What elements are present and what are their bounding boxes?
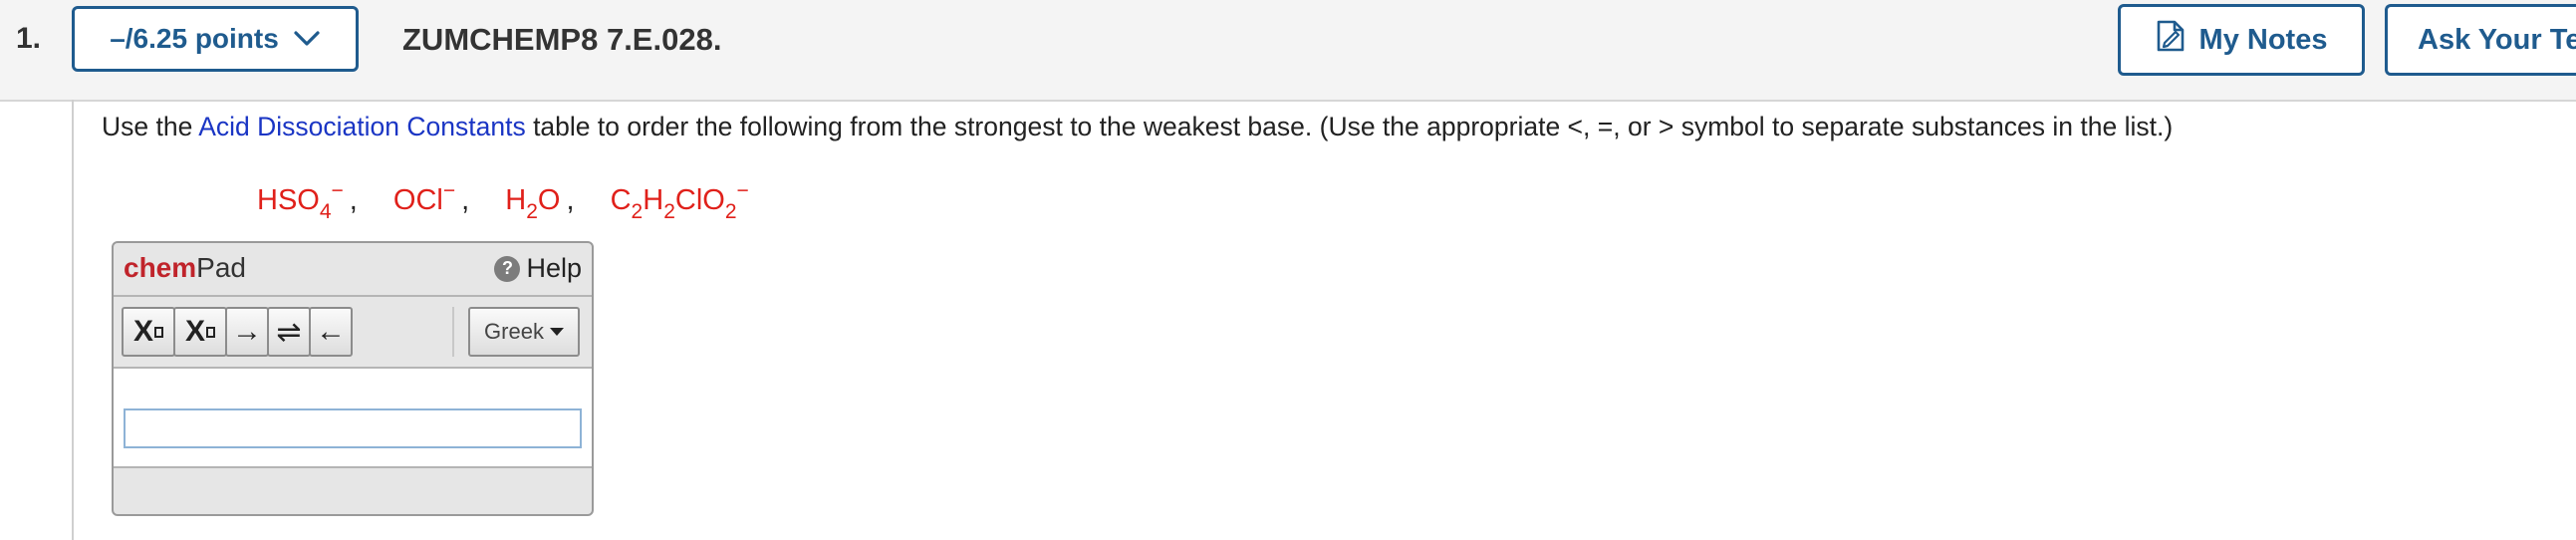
ask-label: Ask Your Te xyxy=(2418,23,2576,56)
ask-your-teacher-button[interactable]: Ask Your Te xyxy=(2385,4,2576,76)
notes-icon xyxy=(2156,19,2186,61)
points-label: –/6.25 points xyxy=(110,23,279,54)
species-hso4: HSO4− xyxy=(257,179,344,223)
equilibrium-arrow-button[interactable]: ⇌ xyxy=(267,307,311,357)
greek-dropdown[interactable]: Greek xyxy=(468,307,580,357)
subscript-button[interactable]: X xyxy=(122,307,175,357)
chempad-answer-area xyxy=(114,369,592,468)
toolbar-divider xyxy=(452,307,454,357)
content-left-rule xyxy=(72,100,74,540)
species-h2o: H2O xyxy=(505,184,561,223)
question-number: 1. xyxy=(16,22,42,55)
greek-label: Greek xyxy=(484,319,544,344)
subscript-box-icon xyxy=(154,326,163,338)
species-separator: , xyxy=(566,184,575,216)
prompt-text-end: table to order the following from the st… xyxy=(525,112,2174,141)
chempad-toolbar: X X → ⇌ ← Greek xyxy=(114,297,592,369)
species-ocl: OCl− xyxy=(392,179,456,216)
points-dropdown-button[interactable]: –/6.25 points xyxy=(72,6,359,72)
question-id: ZUMCHEMP8 7.E.028. xyxy=(402,22,722,57)
my-notes-label: My Notes xyxy=(2198,23,2328,56)
chevron-down-icon xyxy=(293,30,321,48)
superscript-box-icon xyxy=(206,326,215,338)
help-label: Help xyxy=(526,253,582,283)
question-prompt: Use the Acid Dissociation Constants tabl… xyxy=(102,112,2173,142)
chempad-logo: chemPad xyxy=(124,252,246,283)
prompt-text-start: Use the xyxy=(102,112,199,141)
species-separator: , xyxy=(349,184,358,216)
chempad-help-button[interactable]: ? Help xyxy=(494,253,582,284)
right-arrow-button[interactable]: → xyxy=(225,307,269,357)
my-notes-button[interactable]: My Notes xyxy=(2118,4,2365,76)
species-separator: , xyxy=(461,184,470,216)
acid-dissociation-constants-link[interactable]: Acid Dissociation Constants xyxy=(198,112,525,141)
left-arrow-button[interactable]: ← xyxy=(309,307,353,357)
species-list: HSO4−, OCl−, H2O, C2H2ClO2− xyxy=(257,179,749,224)
species-c2h2clo2: C2H2ClO2− xyxy=(610,179,749,223)
question-header: 1. –/6.25 points ZUMCHEMP8 7.E.028. My N… xyxy=(0,0,2576,102)
caret-down-icon xyxy=(549,328,564,336)
help-icon: ? xyxy=(494,255,521,282)
chempad-answer-input[interactable] xyxy=(124,408,582,448)
superscript-button[interactable]: X xyxy=(173,307,227,357)
chempad-titlebar: chemPad ? Help xyxy=(114,243,592,297)
chempad-widget: chemPad ? Help X X → ⇌ ← Greek xyxy=(112,241,594,516)
